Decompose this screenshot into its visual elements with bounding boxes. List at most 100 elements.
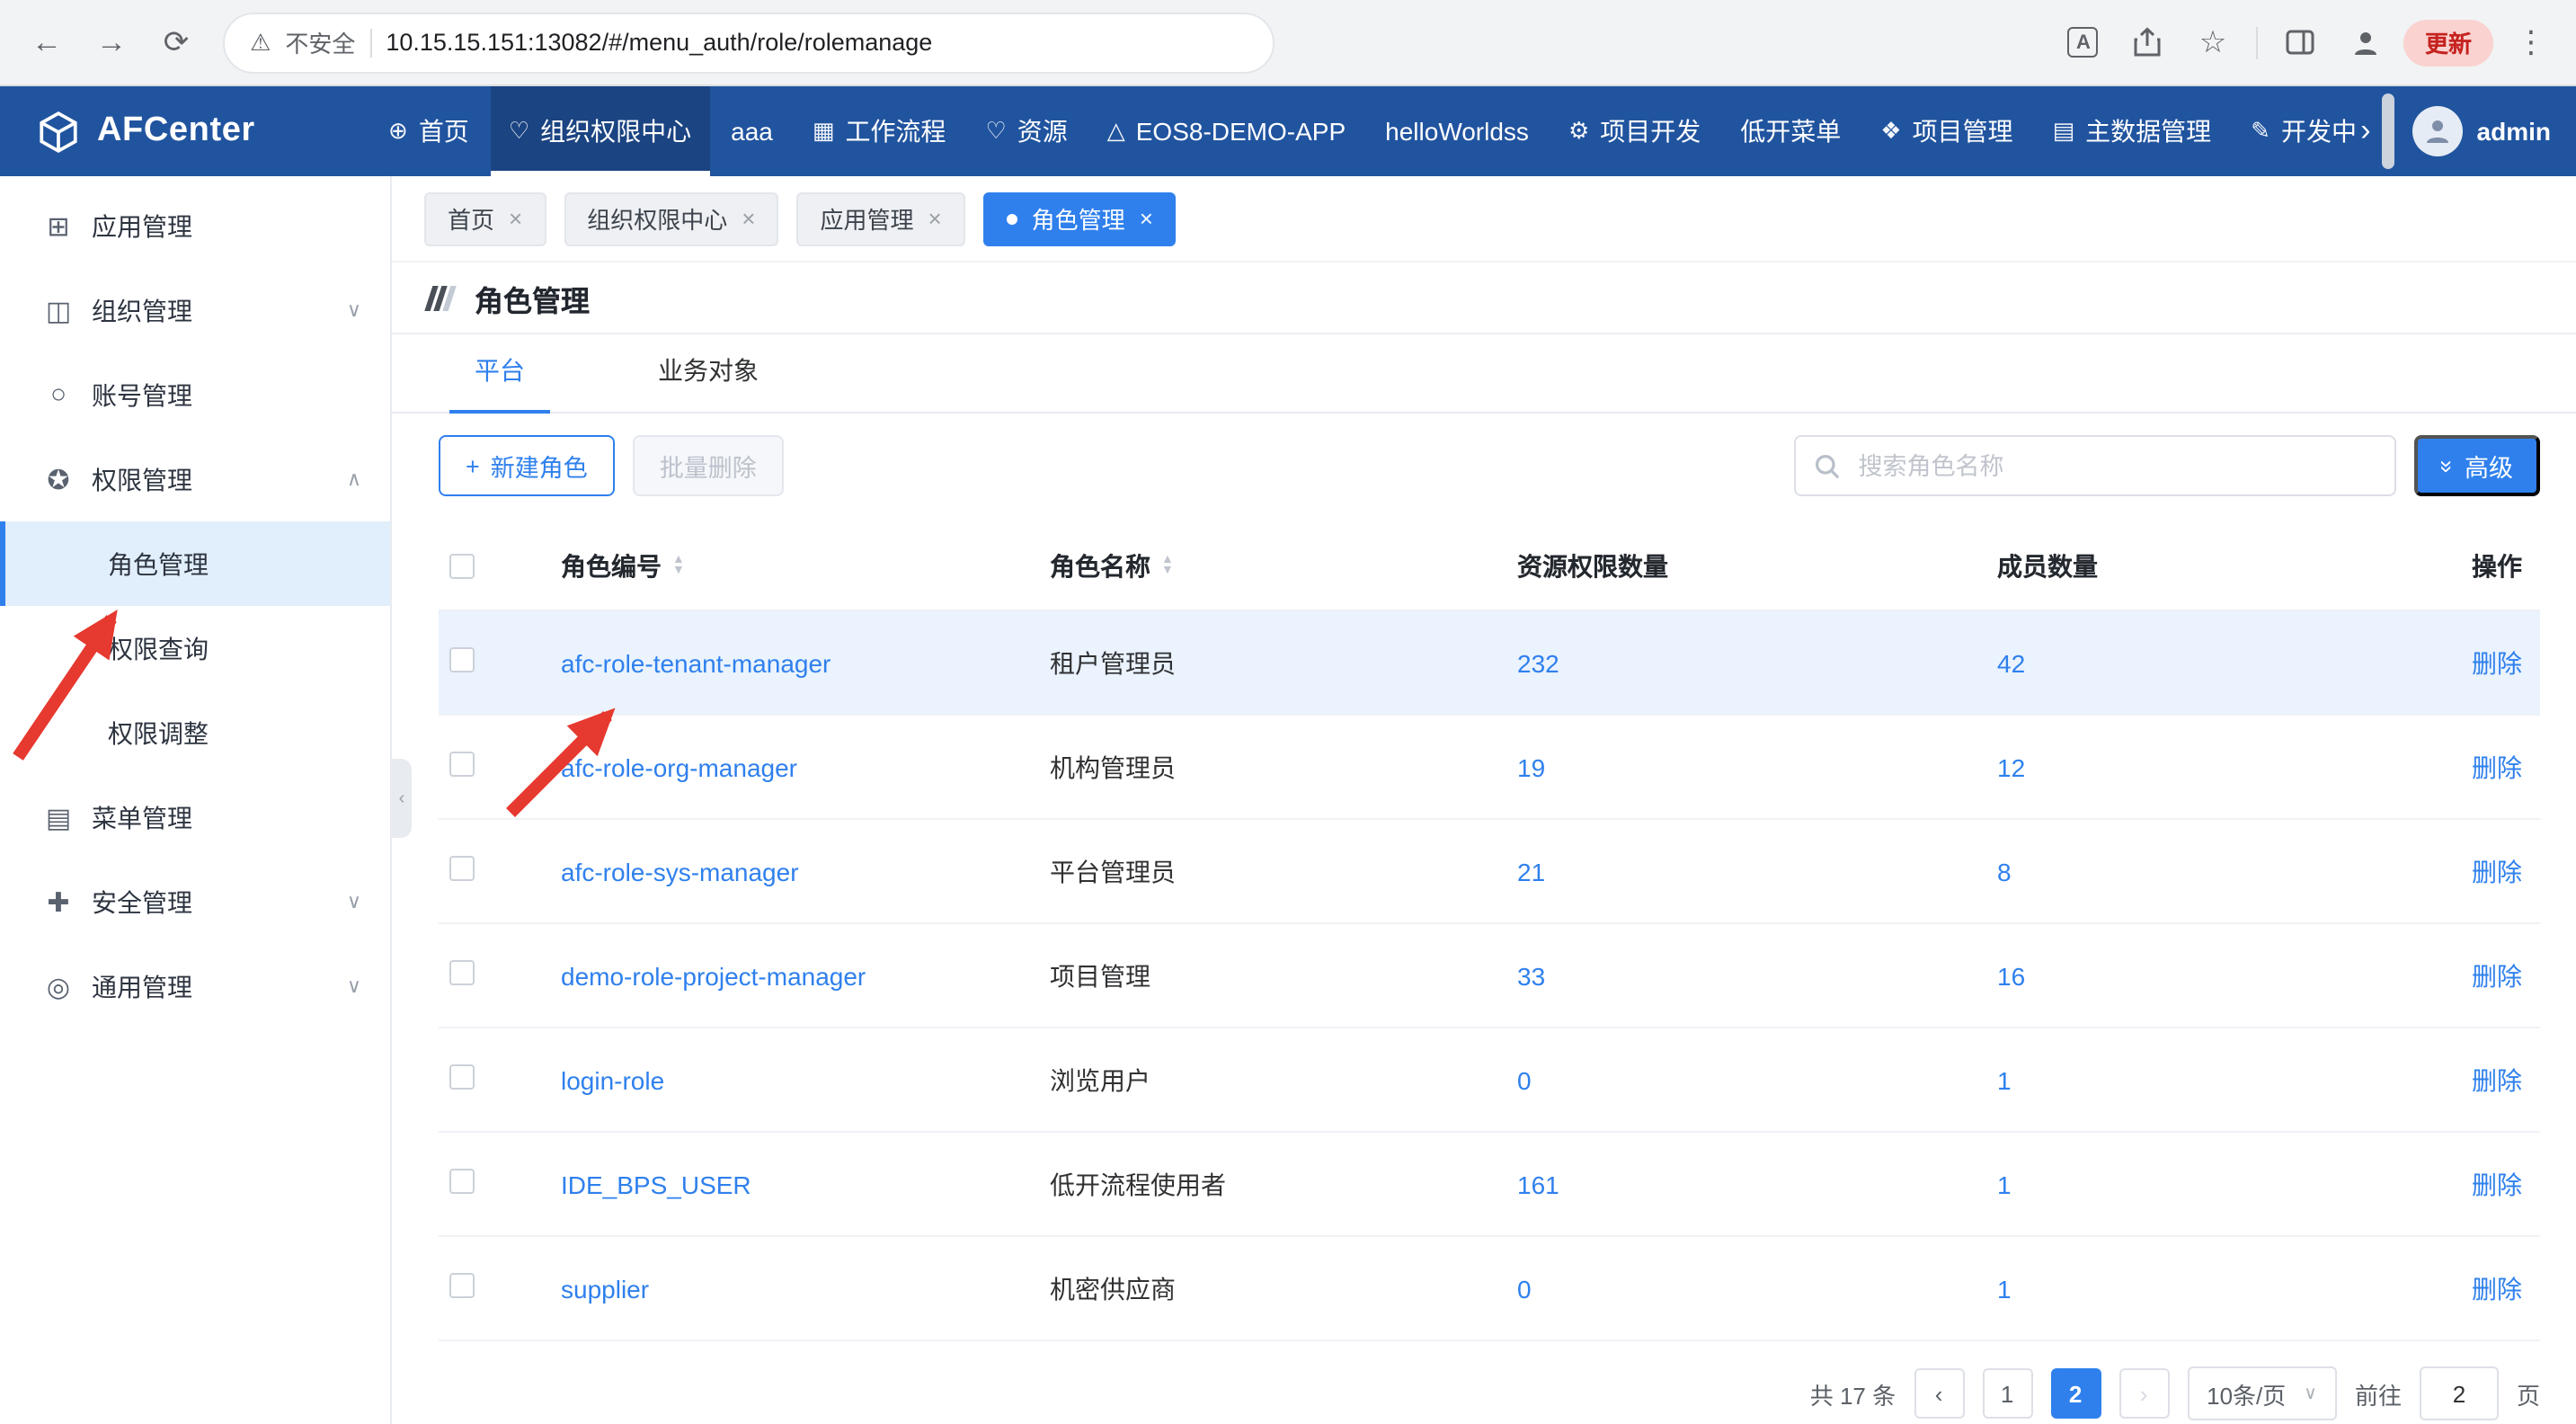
table-row[interactable]: demo-role-project-manager 项目管理 33 16 删除 <box>439 924 2540 1028</box>
nav-item-in-development[interactable]: ✎开发中 <box>2233 86 2357 176</box>
share-icon[interactable] <box>2121 15 2175 69</box>
role-id-link[interactable]: afc-role-org-manager <box>561 752 797 781</box>
nav-item-org-permission-center[interactable]: ♡组织权限中心 <box>491 86 709 176</box>
delete-link[interactable]: 删除 <box>2472 1274 2522 1303</box>
new-role-button[interactable]: +新建角色 <box>439 435 615 496</box>
member-count-link[interactable]: 8 <box>1997 857 2012 886</box>
member-count-link[interactable]: 12 <box>1997 752 2025 781</box>
next-page-button[interactable]: › <box>2119 1368 2169 1419</box>
tab-home[interactable]: 首页× <box>424 191 546 245</box>
bookmark-star-icon[interactable]: ☆ <box>2186 15 2240 69</box>
role-id-link[interactable]: supplier <box>561 1274 649 1303</box>
nav-item-home[interactable]: ⊕首页 <box>370 86 487 176</box>
sidebar-collapse-handle[interactable]: ‹ <box>392 759 412 838</box>
sidebar-item-menu-mgmt[interactable]: ▤菜单管理 <box>0 775 390 859</box>
table-row[interactable]: afc-role-sys-manager 平台管理员 21 8 删除 <box>439 820 2540 924</box>
sidebar-item-role-mgmt[interactable]: 角色管理 <box>0 521 390 606</box>
delete-link[interactable]: 删除 <box>2472 1065 2522 1094</box>
sidebar-item-org-mgmt[interactable]: ◫组织管理∨ <box>0 268 390 352</box>
search-box[interactable] <box>1794 435 2396 496</box>
select-all-checkbox[interactable] <box>449 553 475 578</box>
close-icon[interactable]: × <box>1140 205 1153 232</box>
resource-count-link[interactable]: 0 <box>1517 1274 1532 1303</box>
translate-icon[interactable]: A <box>2056 15 2110 69</box>
close-icon[interactable]: × <box>742 205 755 232</box>
close-icon[interactable]: × <box>509 205 522 232</box>
app-logo[interactable]: AFCenter <box>36 86 370 176</box>
role-id-link[interactable]: afc-role-tenant-manager <box>561 648 831 677</box>
sidebar-item-app-mgmt[interactable]: ⊞应用管理 <box>0 183 390 268</box>
row-checkbox[interactable] <box>449 1064 475 1090</box>
tab-platform[interactable]: 平台 <box>475 352 525 412</box>
table-row[interactable]: login-role 浏览用户 0 1 删除 <box>439 1028 2540 1133</box>
role-id-link[interactable]: login-role <box>561 1065 664 1094</box>
row-checkbox[interactable] <box>449 647 475 672</box>
table-row[interactable]: IDE_BPS_USER 低开流程使用者 161 1 删除 <box>439 1133 2540 1237</box>
resource-count-link[interactable]: 232 <box>1517 648 1559 677</box>
sidebar-item-security-mgmt[interactable]: ✚安全管理∨ <box>0 859 390 944</box>
table-row[interactable]: afc-role-tenant-manager 租户管理员 232 42 删除 <box>439 611 2540 716</box>
nav-item-master-data[interactable]: ▤主数据管理 <box>2035 86 2230 176</box>
nav-item-project-dev[interactable]: ⚙项目开发 <box>1550 86 1719 176</box>
nav-overflow-chevron-icon[interactable]: › <box>2357 86 2374 176</box>
delete-link[interactable]: 删除 <box>2472 1170 2522 1198</box>
tab-business-object[interactable]: 业务对象 <box>658 352 759 412</box>
delete-link[interactable]: 删除 <box>2472 752 2522 781</box>
sidebar-item-general-mgmt[interactable]: ◎通用管理∨ <box>0 944 390 1028</box>
address-bar[interactable]: ⚠ 不安全 10.15.15.151:13082/#/menu_auth/rol… <box>223 12 1275 73</box>
sidebar-item-permission-query[interactable]: 权限查询 <box>0 606 390 690</box>
nav-item-lowcode-menu[interactable]: 低开菜单 <box>1722 86 1859 176</box>
member-count-link[interactable]: 42 <box>1997 648 2025 677</box>
user-menu[interactable]: admin <box>2412 86 2551 176</box>
row-checkbox[interactable] <box>449 1273 475 1298</box>
advanced-button[interactable]: »高级 <box>2414 435 2540 496</box>
reload-button[interactable]: ⟳ <box>147 13 205 71</box>
sort-icon[interactable]: ▲▼ <box>672 555 685 576</box>
row-checkbox[interactable] <box>449 960 475 985</box>
back-button[interactable]: ← <box>18 13 76 71</box>
page-size-select[interactable]: 10条/页∨ <box>2187 1366 2337 1420</box>
close-icon[interactable]: × <box>928 205 941 232</box>
member-count-link[interactable]: 1 <box>1997 1170 2012 1198</box>
member-count-link[interactable]: 16 <box>1997 961 2025 990</box>
resource-count-link[interactable]: 19 <box>1517 752 1545 781</box>
row-checkbox[interactable] <box>449 752 475 777</box>
side-panel-icon[interactable] <box>2274 15 2328 69</box>
tab-app-mgmt[interactable]: 应用管理× <box>796 191 964 245</box>
role-id-link[interactable]: afc-role-sys-manager <box>561 857 799 886</box>
search-input[interactable] <box>1855 450 2376 481</box>
page-button-2[interactable]: 2 <box>2050 1368 2101 1419</box>
tab-org-permission-center[interactable]: 组织权限中心× <box>564 191 778 245</box>
resource-count-link[interactable]: 0 <box>1517 1065 1532 1094</box>
batch-delete-button[interactable]: 批量删除 <box>633 435 784 496</box>
menu-dots-icon[interactable]: ⋮ <box>2504 15 2558 69</box>
delete-link[interactable]: 删除 <box>2472 961 2522 990</box>
resource-count-link[interactable]: 21 <box>1517 857 1545 886</box>
nav-item-eos8-demo-app[interactable]: △EOS8-DEMO-APP <box>1089 86 1364 176</box>
table-row[interactable]: afc-role-org-manager 机构管理员 19 12 删除 <box>439 716 2540 820</box>
sidebar-item-permission-mgmt[interactable]: ✪权限管理∧ <box>0 437 390 521</box>
profile-icon[interactable] <box>2339 15 2393 69</box>
row-checkbox[interactable] <box>449 856 475 881</box>
prev-page-button[interactable]: ‹ <box>1914 1368 1964 1419</box>
role-id-link[interactable]: demo-role-project-manager <box>561 961 866 990</box>
nav-item-aaa[interactable]: aaa <box>713 86 791 176</box>
resource-count-link[interactable]: 33 <box>1517 961 1545 990</box>
table-row[interactable]: supplier 机密供应商 0 1 删除 <box>439 1237 2540 1341</box>
nav-item-resources[interactable]: ♡资源 <box>967 86 1085 176</box>
sidebar-item-account-mgmt[interactable]: ○账号管理 <box>0 352 390 437</box>
tab-role-mgmt[interactable]: 角色管理× <box>983 191 1177 245</box>
nav-item-workflow[interactable]: ▦工作流程 <box>795 86 964 176</box>
page-button-1[interactable]: 1 <box>1982 1368 2032 1419</box>
goto-page-input[interactable] <box>2420 1366 2499 1420</box>
role-id-link[interactable]: IDE_BPS_USER <box>561 1170 751 1198</box>
update-button[interactable]: 更新 <box>2403 19 2493 66</box>
nav-item-helloworldss[interactable]: helloWorldss <box>1367 86 1547 176</box>
nav-scrollbar[interactable] <box>2382 93 2394 169</box>
sort-icon[interactable]: ▲▼ <box>1161 555 1174 576</box>
member-count-link[interactable]: 1 <box>1997 1274 2012 1303</box>
forward-button[interactable]: → <box>83 13 140 71</box>
delete-link[interactable]: 删除 <box>2472 648 2522 677</box>
resource-count-link[interactable]: 161 <box>1517 1170 1559 1198</box>
row-checkbox[interactable] <box>449 1169 475 1194</box>
